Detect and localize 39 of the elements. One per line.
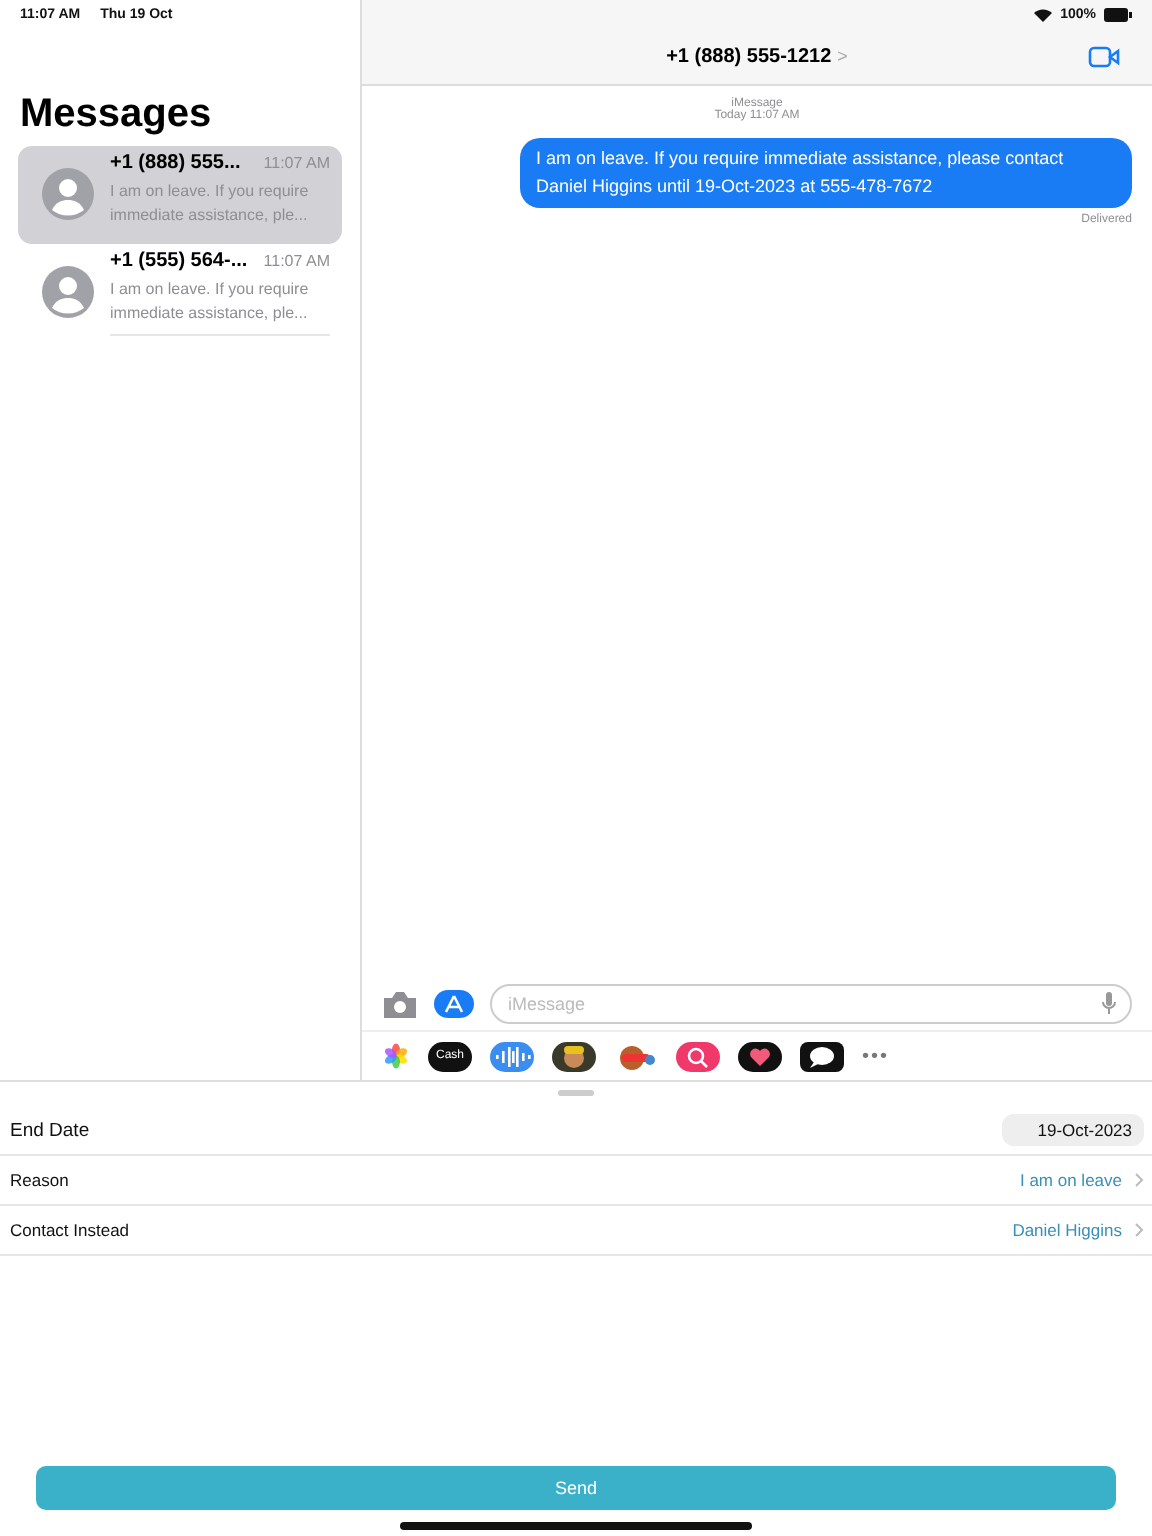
chevron-icon [1134,1222,1144,1238]
message-input[interactable]: iMessage [490,984,1132,1024]
message-preview: I am on leave. If you require immediate assistance, ple... [110,277,311,325]
speech-bubble-icon[interactable] [800,1041,844,1071]
flower-icon[interactable] [382,1042,410,1070]
date-picker[interactable]: 19-Oct-2023 [1001,1114,1144,1146]
row-label: End Date [8,1119,90,1141]
message-bubble: I am on leave. If you require immediate assistance, please contact Daniel Higgins until 19-Oct-2023 at 555-478-7672 [520,138,1132,208]
message-time: 11:07 AM [263,154,330,172]
camera-icon[interactable] [382,990,418,1018]
row-value: Daniel Higgins [1012,1220,1122,1240]
message-time: 11:07 AM [263,251,330,269]
chevron-icon [1134,1172,1144,1188]
contact-name: +1 (555) 564-... [110,249,248,271]
conversation-item[interactable]: +1 (555) 564-... 11:07 AM I am on leave. If you require immediate assistance, ple... [18,244,342,342]
avatar-icon [42,266,94,318]
waveform-icon[interactable] [490,1041,534,1071]
wifi-icon [1034,7,1053,21]
row-label: Reason [8,1170,69,1190]
form-row[interactable]: Reason I am on leave [0,1156,1152,1206]
row-label: Contact Instead [8,1220,130,1240]
search-icon[interactable] [676,1041,720,1071]
message-preview: I am on leave. If you require immediate assistance, ple... [110,180,311,228]
form-row[interactable]: End Date 19-Oct-2023 [0,1106,1152,1156]
microphone-icon[interactable] [1102,992,1116,1014]
row-value: I am on leave [1019,1170,1122,1190]
form-row[interactable]: Contact Instead Daniel Higgins [0,1206,1152,1256]
conversation-item[interactable]: +1 (888) 555... 11:07 AM I am on leave. If you require immediate assistance, ple... [18,146,342,244]
more-button[interactable]: ••• [862,1045,890,1067]
video-camera-icon[interactable] [1088,45,1120,67]
sidebar-title: Messages [18,90,214,140]
sheet-handle[interactable] [558,1090,594,1096]
battery-icon [1104,7,1132,21]
app-store-icon[interactable] [434,990,474,1018]
character-icon[interactable] [552,1041,596,1071]
chevron-icon: > [837,46,848,66]
avatar-icon [42,168,94,220]
chat-title[interactable]: +1 (888) 555-1212 [666,45,832,67]
contact-name: +1 (888) 555... [110,152,241,174]
